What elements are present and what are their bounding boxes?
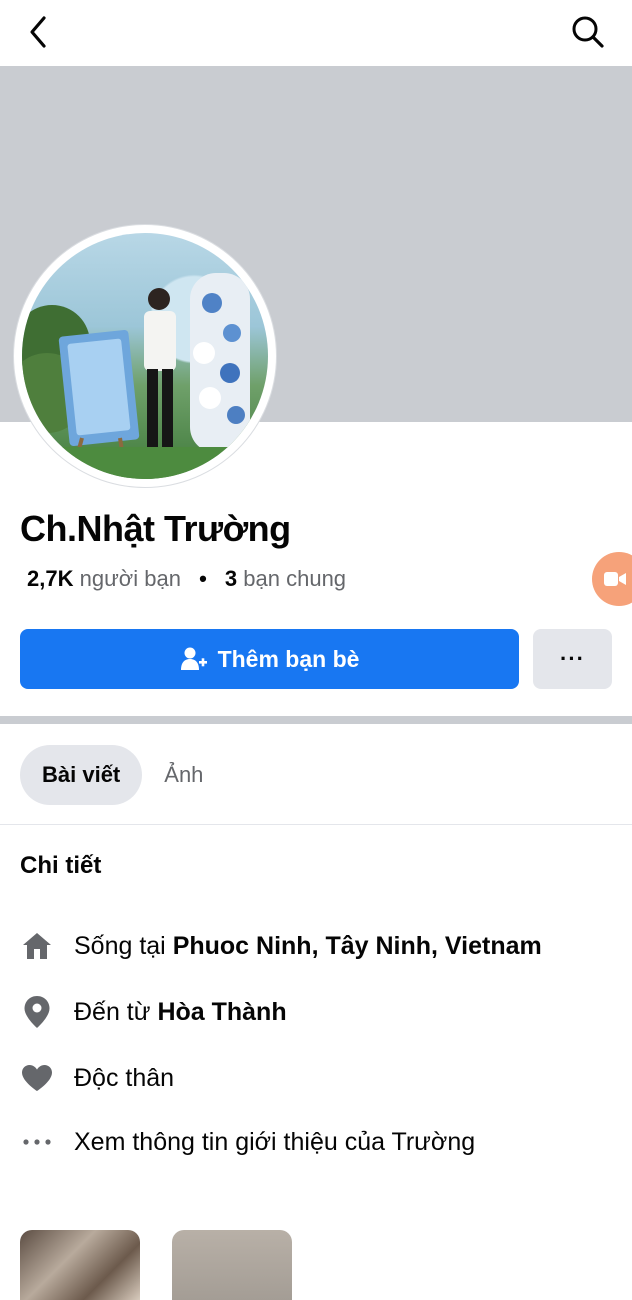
back-button[interactable] — [14, 10, 62, 54]
more-dots-icon — [20, 1125, 54, 1159]
detail-from-prefix: Đến từ — [74, 997, 158, 1026]
video-icon — [604, 572, 626, 586]
section-divider — [0, 716, 632, 724]
profile-picture[interactable] — [14, 225, 276, 487]
add-friend-label: Thêm bạn bè — [217, 645, 360, 672]
search-button[interactable] — [562, 10, 614, 54]
detail-lives-in-prefix: Sống tại — [74, 931, 173, 960]
top-bar — [0, 0, 632, 64]
tab-posts[interactable]: Bài viết — [20, 745, 143, 805]
mutual-label: bạn chung — [243, 566, 347, 591]
heart-icon — [20, 1061, 54, 1095]
friends-count: 2,7K — [27, 566, 74, 591]
photo-thumbnail[interactable] — [20, 1230, 140, 1300]
friends-label: người bạn — [79, 566, 181, 591]
add-friend-button[interactable]: Thêm bạn bè — [20, 629, 519, 689]
detail-relationship-text: Độc thân — [74, 1063, 175, 1092]
chevron-left-icon — [30, 16, 46, 48]
profile-tabs: Bài viết Ảnh — [20, 745, 205, 805]
photo-thumbnail[interactable] — [172, 1230, 292, 1300]
detail-see-about-text: Xem thông tin giới thiệu của Trường — [74, 1127, 476, 1156]
tabs-divider — [0, 824, 632, 825]
mutual-count: 3 — [224, 566, 238, 591]
more-dots-icon: ··· — [560, 646, 585, 671]
detail-lives-in-value[interactable]: Phuoc Ninh, Tây Ninh, Vietnam — [173, 932, 542, 960]
stats-separator: • — [199, 566, 207, 591]
more-options-button[interactable]: ··· — [533, 629, 612, 689]
friend-stats[interactable]: 2,7K người bạn • 3 bạn chung — [27, 566, 346, 592]
detail-lives-in: Sống tại Phuoc Ninh, Tây Ninh, Vietnam — [20, 924, 542, 968]
floating-video-button[interactable] — [592, 552, 632, 606]
detail-relationship: Độc thân — [20, 1056, 174, 1100]
detail-from: Đến từ Hòa Thành — [20, 990, 287, 1034]
search-icon — [572, 16, 604, 48]
tab-photos[interactable]: Ảnh — [162, 745, 205, 805]
profile-name: Ch.Nhật Trường — [20, 508, 291, 549]
home-icon — [20, 929, 54, 963]
detail-from-value[interactable]: Hòa Thành — [157, 998, 286, 1026]
avatar-photo — [22, 273, 268, 479]
details-title: Chi tiết — [20, 852, 102, 879]
location-pin-icon — [20, 995, 54, 1029]
detail-see-about[interactable]: Xem thông tin giới thiệu của Trường — [20, 1120, 475, 1164]
avatar — [22, 233, 268, 479]
person-add-icon — [180, 647, 207, 670]
